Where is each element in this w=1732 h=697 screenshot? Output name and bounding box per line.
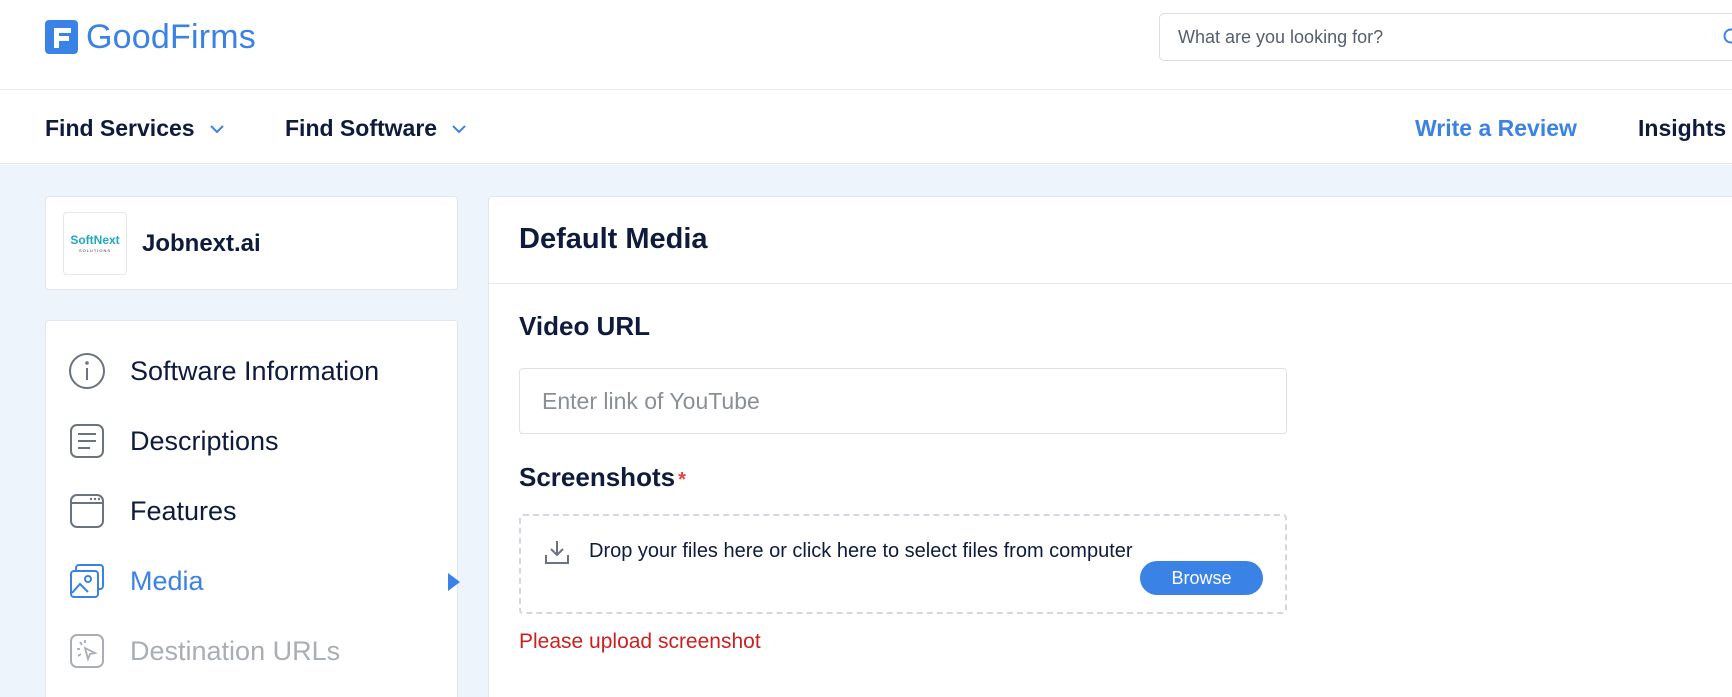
- screenshots-label-text: Screenshots: [519, 462, 676, 492]
- video-url-input[interactable]: [520, 369, 1286, 433]
- media-panel: Default Media Video URL Screenshots* Dro…: [488, 196, 1732, 697]
- logo-text: GoodFirms: [86, 17, 256, 56]
- sidebar-item-label: Features: [130, 495, 237, 526]
- page: GoodFirms Find Services Find Software Wr…: [0, 0, 1732, 697]
- download-icon: [545, 541, 569, 564]
- goodfirms-logo-icon: [45, 20, 78, 54]
- required-mark: *: [678, 469, 686, 491]
- browse-button[interactable]: Browse: [1140, 561, 1263, 595]
- goodfirms-logo[interactable]: GoodFirms: [45, 18, 256, 56]
- nav-insights[interactable]: Insights: [1638, 115, 1726, 142]
- cursor-click-icon: [70, 634, 104, 668]
- active-indicator-arrow-icon: [448, 573, 460, 591]
- images-icon: [70, 564, 104, 598]
- company-logo-sub: SOLUTIONS: [78, 248, 112, 253]
- nav-find-services[interactable]: Find Services: [45, 115, 225, 142]
- sidebar-item-label: Descriptions: [130, 425, 279, 456]
- sidebar-item-descriptions[interactable]: Descriptions: [68, 421, 438, 461]
- video-url-field: [519, 368, 1287, 434]
- sidebar-menu: Software Information Descriptions Featur…: [45, 320, 460, 697]
- company-card: SoftNext SOLUTIONS Jobnext.ai: [45, 196, 458, 290]
- search-icon[interactable]: [1723, 28, 1732, 48]
- panel-header: Default Media: [489, 197, 1732, 284]
- sidebar-item-label: Software Information: [130, 355, 380, 386]
- company-name: Jobnext.ai: [142, 230, 261, 257]
- nav-find-software-label: Find Software: [285, 115, 438, 141]
- screenshot-error-message: Please upload screenshot: [519, 630, 761, 653]
- screenshots-dropzone[interactable]: Drop your files here or click here to se…: [519, 514, 1287, 614]
- sidebar-item-label: Destination URLs: [130, 635, 341, 666]
- main-nav: Find Services Find Software Write a Revi…: [0, 91, 1732, 164]
- content-area: SoftNext SOLUTIONS Jobnext.ai Software I…: [0, 165, 1732, 697]
- search-input[interactable]: [1160, 14, 1732, 60]
- nav-find-software[interactable]: Find Software: [285, 115, 467, 142]
- sidebar-item-features[interactable]: Features: [68, 491, 438, 531]
- search-box: [1159, 13, 1732, 61]
- top-header: GoodFirms: [0, 0, 1732, 90]
- dropzone-text: Drop your files here or click here to se…: [589, 540, 1133, 562]
- chevron-down-icon: [452, 124, 466, 133]
- nav-find-services-label: Find Services: [45, 115, 195, 141]
- browser-window-icon: [70, 494, 104, 528]
- screenshots-label: Screenshots *: [519, 462, 686, 493]
- info-icon: [69, 353, 105, 389]
- company-logo: SoftNext SOLUTIONS: [63, 212, 127, 275]
- nav-write-review[interactable]: Write a Review: [1415, 115, 1577, 142]
- nav-write-review-label: Write a Review: [1415, 115, 1577, 141]
- nav-insights-label: Insights: [1638, 115, 1727, 141]
- company-logo-brand: SoftNext: [70, 233, 120, 247]
- page-title: Default Media: [519, 223, 708, 255]
- sidebar-item-media[interactable]: Media: [68, 561, 460, 601]
- chevron-down-icon: [209, 124, 224, 133]
- sidebar-item-software-information[interactable]: Software Information: [68, 351, 438, 391]
- sidebar-item-label: Media: [130, 565, 204, 596]
- sidebar-item-destination-urls[interactable]: Destination URLs: [68, 631, 438, 671]
- video-url-label: Video URL: [519, 311, 650, 341]
- document-icon: [70, 424, 104, 458]
